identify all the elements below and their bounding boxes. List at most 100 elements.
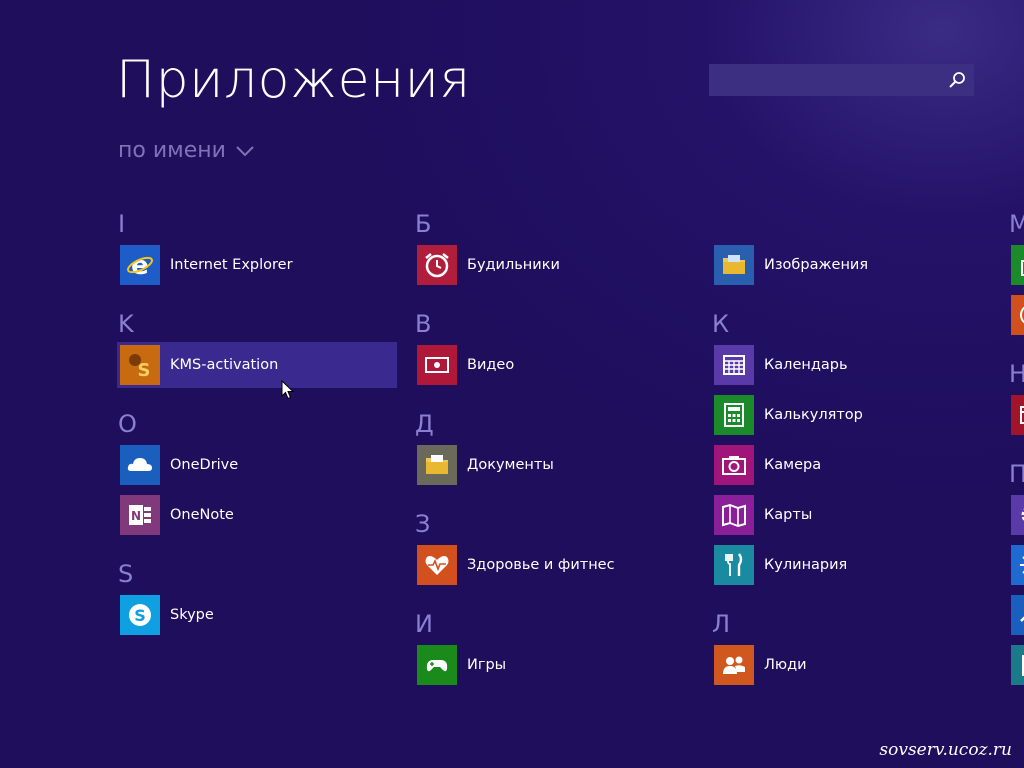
app-item[interactable]: Люди — [711, 642, 991, 688]
alarm-clock-icon — [423, 251, 451, 279]
app-tile — [714, 245, 754, 285]
app-item[interactable]: Будильники — [414, 242, 694, 288]
app-item[interactable] — [1008, 292, 1024, 338]
app-tile — [714, 445, 754, 485]
app-label: OneDrive — [170, 457, 239, 473]
search-icon[interactable] — [948, 71, 966, 89]
app-item[interactable]: Здоровье и фитнес — [414, 542, 694, 588]
app-tile — [714, 345, 754, 385]
app-item[interactable]: Игры — [414, 642, 694, 688]
maps-icon — [720, 501, 748, 529]
sort-dropdown[interactable]: по имени — [118, 138, 254, 163]
search-input[interactable] — [709, 64, 955, 96]
internet-explorer-icon: e — [126, 251, 154, 279]
app-tile: S — [120, 595, 160, 635]
settings-icon — [1017, 501, 1024, 529]
app-label: Игры — [467, 657, 507, 673]
app-item[interactable]: e Internet Explorer — [117, 242, 397, 288]
documents-folder-icon — [423, 451, 451, 479]
group-letter[interactable]: М — [1009, 210, 1024, 238]
app-item[interactable]: S KMS-activation — [117, 342, 397, 388]
app-item[interactable]: S Skype — [117, 592, 397, 638]
app-label: Карты — [764, 507, 813, 523]
group-letter[interactable]: И — [415, 610, 445, 638]
group-letter[interactable]: З — [415, 510, 445, 538]
reader-icon — [1017, 651, 1024, 679]
kms-activation-icon: S — [126, 351, 154, 379]
app-item[interactable] — [1008, 492, 1024, 538]
app-label: Internet Explorer — [170, 257, 293, 273]
app-item[interactable] — [1008, 642, 1024, 688]
skype-icon: S — [126, 601, 154, 629]
news-icon — [1017, 401, 1024, 429]
group-letter[interactable]: O — [118, 410, 148, 438]
weather-icon — [1017, 551, 1024, 579]
app-tile — [714, 545, 754, 585]
app-item[interactable]: Калькулятор — [711, 392, 991, 438]
app-tile — [1011, 545, 1024, 585]
app-item[interactable]: Документы — [414, 442, 694, 488]
svg-text:e: e — [131, 251, 149, 279]
app-label: Документы — [467, 457, 554, 473]
app-item[interactable]: Календарь — [711, 342, 991, 388]
chevron-down-icon — [236, 145, 254, 156]
app-tile: S — [120, 345, 160, 385]
music-icon — [1017, 301, 1024, 329]
app-tile — [1011, 495, 1024, 535]
app-item[interactable] — [1008, 592, 1024, 638]
app-item[interactable]: Видео — [414, 342, 694, 388]
onenote-icon: N — [126, 501, 154, 529]
app-label: Люди — [764, 657, 807, 673]
app-item[interactable]: Изображения — [711, 242, 991, 288]
app-item[interactable] — [1008, 542, 1024, 588]
group-letter[interactable]: I — [118, 210, 148, 238]
app-tile — [417, 345, 457, 385]
group-letter[interactable]: S — [118, 560, 148, 588]
group-letter[interactable]: Л — [712, 610, 742, 638]
mouse-cursor-icon — [281, 380, 295, 400]
video-icon — [423, 351, 451, 379]
group-letter[interactable]: Д — [415, 410, 445, 438]
app-tile: e — [120, 245, 160, 285]
app-item[interactable] — [1008, 392, 1024, 438]
people-icon — [720, 651, 748, 679]
store-icon — [1017, 251, 1024, 279]
pictures-folder-icon — [720, 251, 748, 279]
page-title: Приложения — [116, 50, 471, 110]
calculator-icon — [720, 401, 748, 429]
health-heart-icon — [423, 551, 451, 579]
app-tile — [417, 645, 457, 685]
app-tile — [714, 395, 754, 435]
search-box[interactable] — [709, 64, 974, 96]
app-item[interactable]: Карты — [711, 492, 991, 538]
group-letter[interactable]: Н — [1009, 360, 1024, 388]
app-label: Skype — [170, 607, 214, 623]
app-tile — [417, 545, 457, 585]
app-label: Кулинария — [764, 557, 848, 573]
app-item[interactable]: N OneNote — [117, 492, 397, 538]
watermark: sovserv.ucoz.ru — [879, 740, 1012, 760]
app-tile — [1011, 245, 1024, 285]
group-letter[interactable]: П — [1009, 460, 1024, 488]
group-letter[interactable]: В — [415, 310, 445, 338]
group-letter[interactable]: Б — [415, 210, 445, 238]
app-tile: N — [120, 495, 160, 535]
finance-icon — [1017, 601, 1024, 629]
app-item[interactable]: OneDrive — [117, 442, 397, 488]
app-tile — [120, 445, 160, 485]
svg-text:S: S — [134, 606, 146, 625]
app-item[interactable]: Камера — [711, 442, 991, 488]
app-tile — [714, 645, 754, 685]
sort-label: по имени — [118, 138, 226, 163]
svg-text:N: N — [131, 509, 141, 523]
app-label: Изображения — [764, 257, 869, 273]
svg-text:S: S — [138, 360, 151, 379]
app-tile — [1011, 295, 1024, 335]
calendar-icon — [720, 351, 748, 379]
app-label: Камера — [764, 457, 822, 473]
app-item[interactable] — [1008, 242, 1024, 288]
group-letter[interactable]: К — [712, 310, 742, 338]
group-letter[interactable]: K — [118, 310, 148, 338]
camera-icon — [720, 451, 748, 479]
app-item[interactable]: Кулинария — [711, 542, 991, 588]
